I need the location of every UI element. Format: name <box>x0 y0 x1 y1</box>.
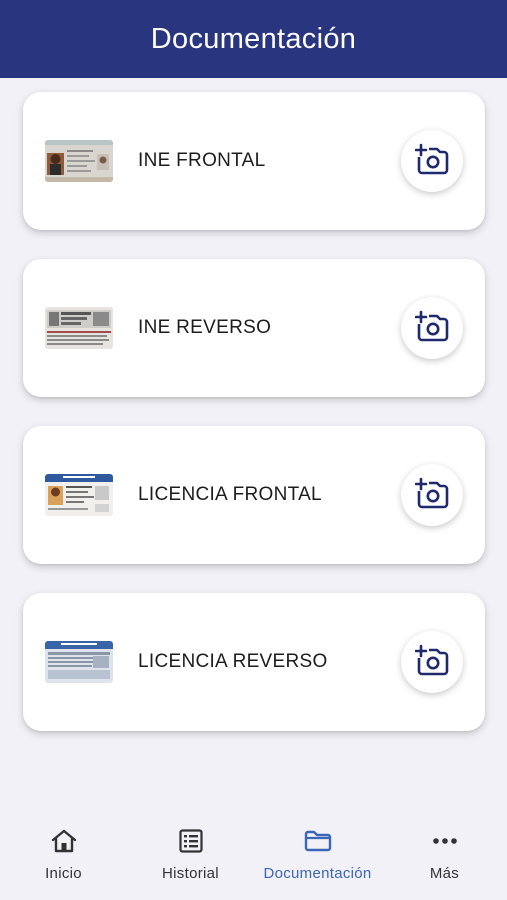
document-label: LICENCIA FRONTAL <box>138 484 322 505</box>
add-photo-icon <box>414 143 449 180</box>
document-card-licencia-frontal[interactable]: LICENCIA FRONTAL <box>23 426 485 564</box>
add-photo-icon <box>414 644 449 681</box>
add-photo-button[interactable] <box>401 130 463 192</box>
document-card-ine-frontal[interactable]: INE FRONTAL <box>23 92 485 230</box>
nav-item-inicio[interactable]: Inicio <box>0 810 127 900</box>
document-card-licencia-reverso[interactable]: LICENCIA REVERSO <box>23 593 485 731</box>
document-label: INE FRONTAL <box>138 150 266 171</box>
more-icon <box>432 828 458 854</box>
license-back-thumbnail <box>45 641 113 683</box>
license-front-thumbnail <box>45 474 113 516</box>
ine-front-thumbnail <box>45 140 113 182</box>
document-card-ine-reverso[interactable]: INE REVERSO <box>23 259 485 397</box>
folder-icon <box>304 828 332 854</box>
nav-item-historial[interactable]: Historial <box>127 810 254 900</box>
add-photo-button[interactable] <box>401 464 463 526</box>
nav-item-mas[interactable]: Más <box>381 810 507 900</box>
nav-item-documentacion[interactable]: Documentación <box>254 810 381 900</box>
document-label: INE REVERSO <box>138 317 272 338</box>
add-photo-icon <box>414 310 449 347</box>
add-photo-button[interactable] <box>401 297 463 359</box>
list-icon <box>178 828 203 854</box>
ine-back-thumbnail <box>45 307 113 349</box>
nav-label: Más <box>429 865 460 882</box>
home-icon <box>51 828 77 854</box>
nav-label: Historial <box>162 865 219 882</box>
document-label: LICENCIA REVERSO <box>138 651 328 672</box>
add-photo-button[interactable] <box>401 631 463 693</box>
add-photo-icon <box>414 477 449 514</box>
bottom-navigation: Inicio Historial Documentación Más <box>0 810 507 900</box>
document-list: INE FRONTAL INE REVERSO LICENCIA FRONTAL… <box>0 0 507 900</box>
nav-label: Inicio <box>45 865 82 882</box>
nav-label: Documentación <box>263 865 372 882</box>
